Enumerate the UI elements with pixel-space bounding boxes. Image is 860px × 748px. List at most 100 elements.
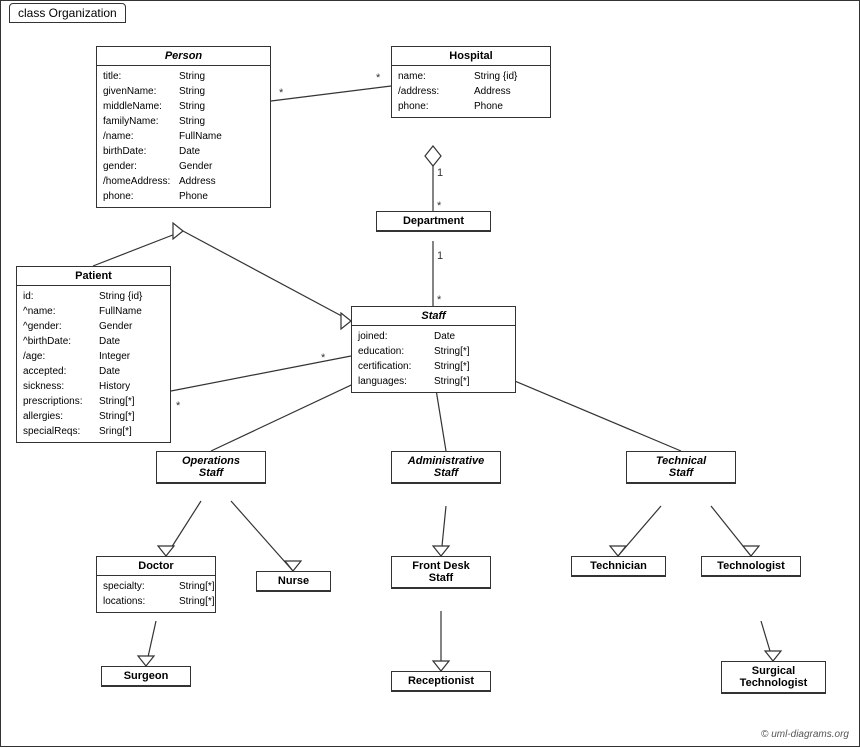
- class-receptionist: Receptionist: [391, 671, 491, 692]
- attr-type: Gender: [99, 319, 132, 334]
- attr-type: String[*]: [99, 394, 135, 409]
- svg-text:*: *: [279, 87, 284, 99]
- attr-name: prescriptions:: [23, 394, 93, 409]
- class-staff: Staffjoined:Dateeducation:String[*]certi…: [351, 306, 516, 393]
- class-name-department: Department: [377, 212, 490, 231]
- attr-type: Sring[*]: [99, 424, 132, 439]
- attr-row: accepted: Date: [23, 364, 164, 379]
- class-name-nurse: Nurse: [257, 572, 330, 591]
- attr-row: givenName:String: [103, 84, 264, 99]
- class-hospital: Hospitalname:String {id}/address:Address…: [391, 46, 551, 118]
- attr-name: joined:: [358, 329, 428, 344]
- attr-row: name:String {id}: [398, 69, 544, 84]
- attr-name: /homeAddress:: [103, 174, 173, 189]
- class-front_desk_staff: Front Desk Staff: [391, 556, 491, 589]
- class-name-receptionist: Receptionist: [392, 672, 490, 691]
- attr-name: familyName:: [103, 114, 173, 129]
- attr-type: String: [179, 114, 205, 129]
- attr-row: familyName: String: [103, 114, 264, 129]
- class-name-operations_staff: Operations Staff: [157, 452, 265, 483]
- attr-name: /name:: [103, 129, 173, 144]
- class-name-patient: Patient: [17, 267, 170, 286]
- class-department: Department: [376, 211, 491, 232]
- class-attrs-doctor: specialty:String[*]locations:String[*]: [97, 576, 215, 612]
- attr-name: phone:: [103, 189, 173, 204]
- attr-row: sickness: History: [23, 379, 164, 394]
- attr-name: givenName:: [103, 84, 173, 99]
- attr-type: String: [179, 69, 205, 84]
- attr-row: education:String[*]: [358, 344, 509, 359]
- class-technician: Technician: [571, 556, 666, 577]
- svg-text:*: *: [376, 72, 381, 84]
- attr-type: String[*]: [434, 374, 470, 389]
- attr-row: prescriptions: String[*]: [23, 394, 164, 409]
- class-name-hospital: Hospital: [392, 47, 550, 66]
- attr-type: History: [99, 379, 130, 394]
- attr-row: /age:Integer: [23, 349, 164, 364]
- class-surgical_technologist: Surgical Technologist: [721, 661, 826, 694]
- class-administrative_staff: Administrative Staff: [391, 451, 501, 484]
- class-name-administrative_staff: Administrative Staff: [392, 452, 500, 483]
- class-surgeon: Surgeon: [101, 666, 191, 687]
- attr-name: specialReqs:: [23, 424, 93, 439]
- class-name-technician: Technician: [572, 557, 665, 576]
- attr-name: phone:: [398, 99, 468, 114]
- attr-type: FullName: [99, 304, 142, 319]
- attr-name: certification:: [358, 359, 428, 374]
- svg-text:*: *: [437, 294, 442, 306]
- class-attrs-person: title:StringgivenName:StringmiddleName:S…: [97, 66, 270, 207]
- class-technologist: Technologist: [701, 556, 801, 577]
- attr-name: id:: [23, 289, 93, 304]
- attr-row: joined:Date: [358, 329, 509, 344]
- attr-row: middleName:String: [103, 99, 264, 114]
- attr-row: phone: Phone: [398, 99, 544, 114]
- svg-text:1: 1: [437, 167, 443, 179]
- attr-type: String {id}: [99, 289, 142, 304]
- attr-row: specialty:String[*]: [103, 579, 209, 594]
- svg-text:*: *: [321, 352, 326, 364]
- attr-name: sickness:: [23, 379, 93, 394]
- attr-row: specialReqs: Sring[*]: [23, 424, 164, 439]
- class-name-surgical_technologist: Surgical Technologist: [722, 662, 825, 693]
- attr-type: Phone: [474, 99, 503, 114]
- attr-name: locations:: [103, 594, 173, 609]
- attr-type: Integer: [99, 349, 130, 364]
- attr-name: specialty:: [103, 579, 173, 594]
- attr-type: Date: [99, 364, 120, 379]
- class-attrs-staff: joined:Dateeducation:String[*]certificat…: [352, 326, 515, 392]
- attr-type: String[*]: [179, 594, 215, 609]
- attr-row: /name:FullName: [103, 129, 264, 144]
- attr-row: /homeAddress: Address: [103, 174, 264, 189]
- attr-type: Address: [179, 174, 216, 189]
- attr-row: ^gender:Gender: [23, 319, 164, 334]
- attr-name: name:: [398, 69, 468, 84]
- attr-type: Phone: [179, 189, 208, 204]
- attr-type: Gender: [179, 159, 212, 174]
- svg-text:1: 1: [437, 250, 443, 262]
- class-name-technologist: Technologist: [702, 557, 800, 576]
- svg-text:*: *: [176, 400, 181, 412]
- attr-type: Date: [179, 144, 200, 159]
- attr-row: title: String: [103, 69, 264, 84]
- attr-name: middleName:: [103, 99, 173, 114]
- class-name-technical_staff: Technical Staff: [627, 452, 735, 483]
- attr-row: allergies:String[*]: [23, 409, 164, 424]
- attr-name: /address:: [398, 84, 468, 99]
- diagram-title: class Organization: [9, 3, 126, 23]
- class-person: Persontitle:StringgivenName:Stringmiddle…: [96, 46, 271, 208]
- attr-row: locations:String[*]: [103, 594, 209, 609]
- attr-name: allergies:: [23, 409, 93, 424]
- attr-row: gender: Gender: [103, 159, 264, 174]
- attr-name: gender:: [103, 159, 173, 174]
- class-nurse: Nurse: [256, 571, 331, 592]
- attr-name: accepted:: [23, 364, 93, 379]
- attr-name: languages:: [358, 374, 428, 389]
- class-name-front_desk_staff: Front Desk Staff: [392, 557, 490, 588]
- class-name-surgeon: Surgeon: [102, 667, 190, 686]
- class-technical_staff: Technical Staff: [626, 451, 736, 484]
- class-attrs-hospital: name:String {id}/address:Addressphone:Ph…: [392, 66, 550, 117]
- class-patient: Patientid:String {id}^name:FullName^gend…: [16, 266, 171, 443]
- diagram-container: class Organization * * 1 * 1 * * *: [0, 0, 860, 747]
- attr-name: title:: [103, 69, 173, 84]
- attr-type: String[*]: [434, 359, 470, 374]
